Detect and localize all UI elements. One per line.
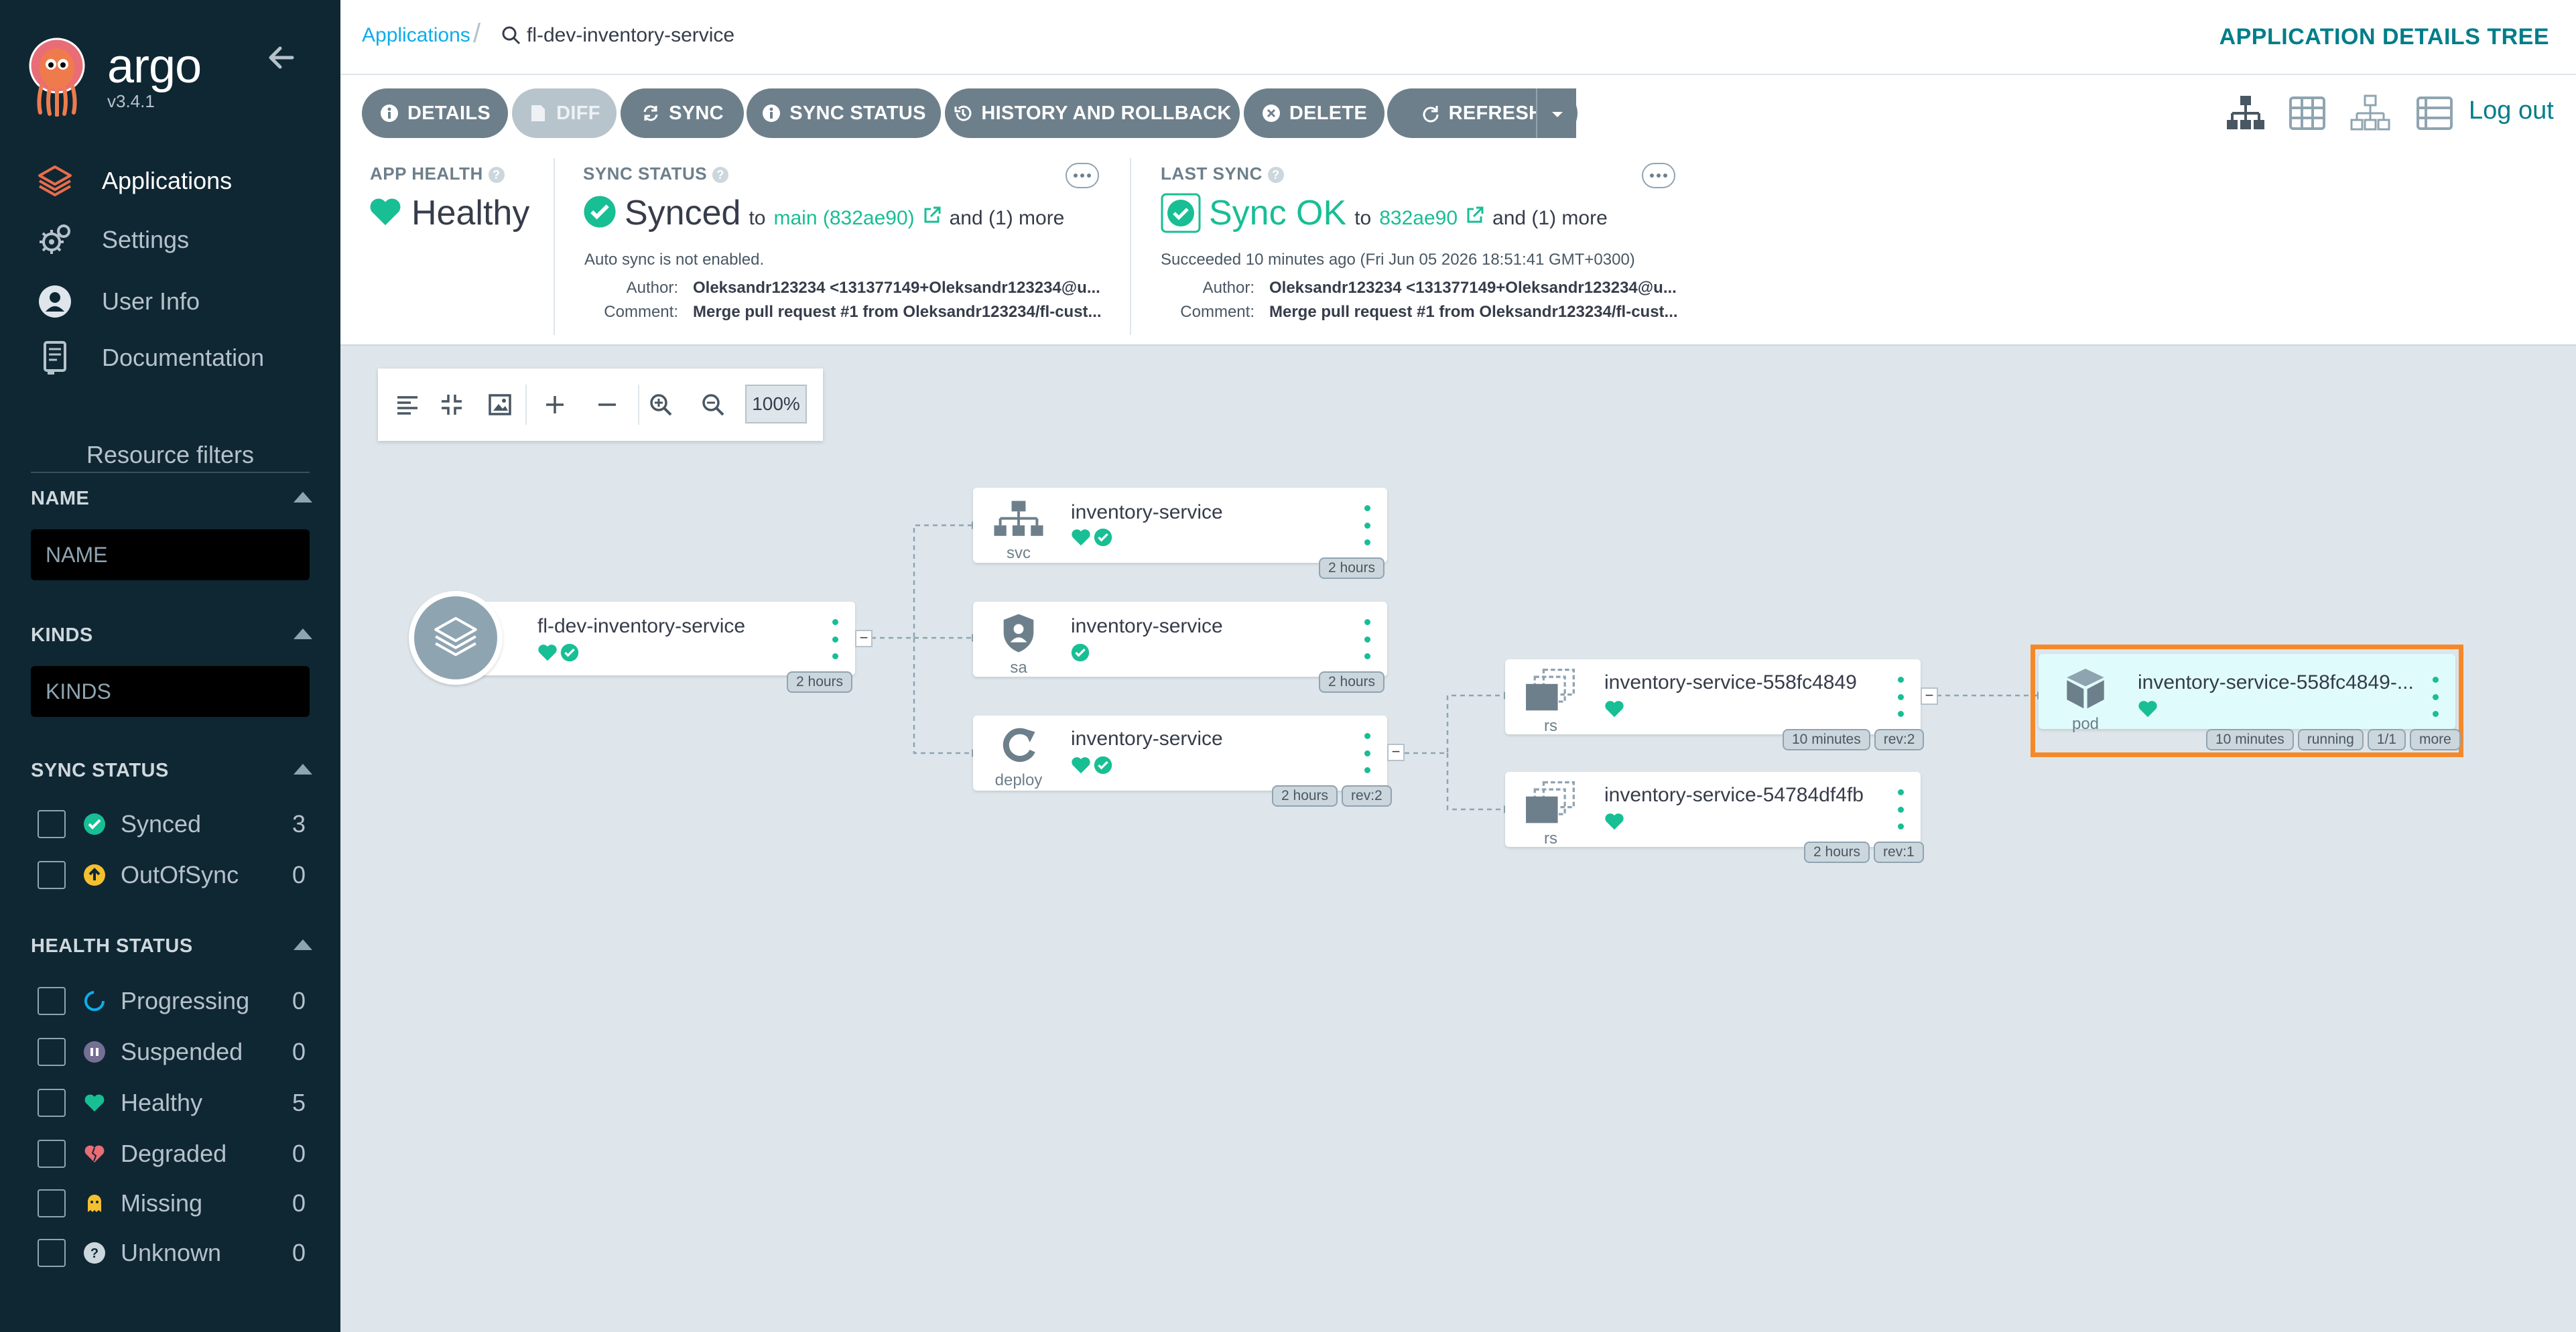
node-tags: 10 minutes running 1/1 more (2206, 729, 2461, 750)
heart-icon (1071, 756, 1091, 778)
kind-label: rs (1544, 829, 1557, 848)
node-tags: 2 hours rev:1 (1804, 842, 1924, 863)
tag: rev:1 (1874, 842, 1924, 863)
network-icon (992, 499, 1045, 544)
collapse-toggle[interactable]: − (1387, 744, 1405, 761)
kind-label: deploy (994, 771, 1043, 789)
more-tag[interactable]: more (2410, 729, 2461, 750)
node-name: inventory-service-54784df4fb (1604, 784, 1864, 806)
node-menu-icon[interactable] (1894, 677, 1907, 717)
heart-icon (1604, 812, 1624, 834)
tag: rev:2 (1874, 729, 1925, 750)
tag: 10 minutes (1783, 729, 1870, 750)
node-status-icons (1071, 643, 1090, 665)
check-circle-icon (1094, 756, 1112, 778)
shield-user-icon (1000, 612, 1037, 659)
node-status-icons (1071, 528, 1112, 550)
node-menu-icon[interactable] (1360, 505, 1374, 545)
rotate-icon (996, 725, 1041, 771)
collapse-toggle[interactable]: − (1921, 687, 1938, 705)
kind-label: svc (1007, 543, 1031, 562)
node-name: inventory-service (1071, 615, 1223, 637)
heart-icon (1071, 528, 1091, 550)
tag: 2 hours (1804, 842, 1870, 863)
node-status-icons (1604, 700, 1624, 722)
check-circle-icon (1071, 643, 1090, 665)
node-tags: 2 hours (1319, 671, 1385, 693)
rs-node-icon: rs (1517, 668, 1584, 735)
node-name: inventory-service-558fc4849 (1604, 671, 1857, 693)
svc-node-icon: svc (985, 498, 1052, 563)
node-menu-icon[interactable] (828, 619, 842, 659)
check-circle-icon (560, 643, 579, 665)
kind-label: rs (1544, 716, 1557, 735)
tag: running (2297, 729, 2364, 750)
tag: 2 hours (787, 671, 853, 693)
tag: 10 minutes (2206, 729, 2294, 750)
heart-icon (537, 643, 558, 665)
node-status-icons (1071, 756, 1112, 778)
root-app-circle[interactable] (409, 591, 503, 685)
node-tags: 10 minutes rev:2 (1783, 729, 1925, 750)
sa-node-icon: sa (985, 612, 1052, 677)
node-name: inventory-service-558fc4849-... (2138, 671, 2414, 693)
heart-icon (1604, 700, 1624, 722)
check-circle-icon (1094, 528, 1112, 550)
node-name: inventory-service (1071, 501, 1223, 523)
kind-label: sa (1010, 658, 1027, 677)
node-menu-icon[interactable] (2429, 677, 2442, 717)
rs-node-icon: rs (1517, 781, 1584, 848)
node-tags: 2 hours rev:2 (1272, 785, 1392, 807)
cube-icon (2063, 666, 2108, 715)
copy-stack-icon (1524, 781, 1577, 829)
node-status-icons (2138, 700, 2158, 722)
heart-icon (2138, 700, 2158, 722)
node-menu-icon[interactable] (1894, 789, 1907, 829)
node-tags: 2 hours (1319, 557, 1385, 579)
collapse-toggle[interactable]: − (855, 630, 873, 647)
tag: 2 hours (1272, 785, 1338, 807)
node-menu-icon[interactable] (1360, 733, 1374, 773)
node-tags: 2 hours (787, 671, 853, 693)
tag: 2 hours (1319, 557, 1385, 579)
kind-label: pod (2071, 714, 2100, 733)
tag: 2 hours (1319, 671, 1385, 693)
pod-node-icon: pod (2052, 666, 2119, 733)
node-status-icons (537, 643, 579, 665)
copy-stack-icon (1524, 668, 1577, 717)
node-name: fl-dev-inventory-service (537, 615, 746, 637)
node-status-icons (1604, 812, 1624, 834)
node-name: inventory-service (1071, 728, 1223, 750)
tag: rev:2 (1342, 785, 1392, 807)
tag: 1/1 (2367, 729, 2406, 750)
layers-icon (432, 613, 479, 663)
deploy-node-icon: deploy (985, 724, 1052, 791)
node-menu-icon[interactable] (1360, 619, 1374, 659)
root-app-node[interactable] (462, 602, 855, 675)
